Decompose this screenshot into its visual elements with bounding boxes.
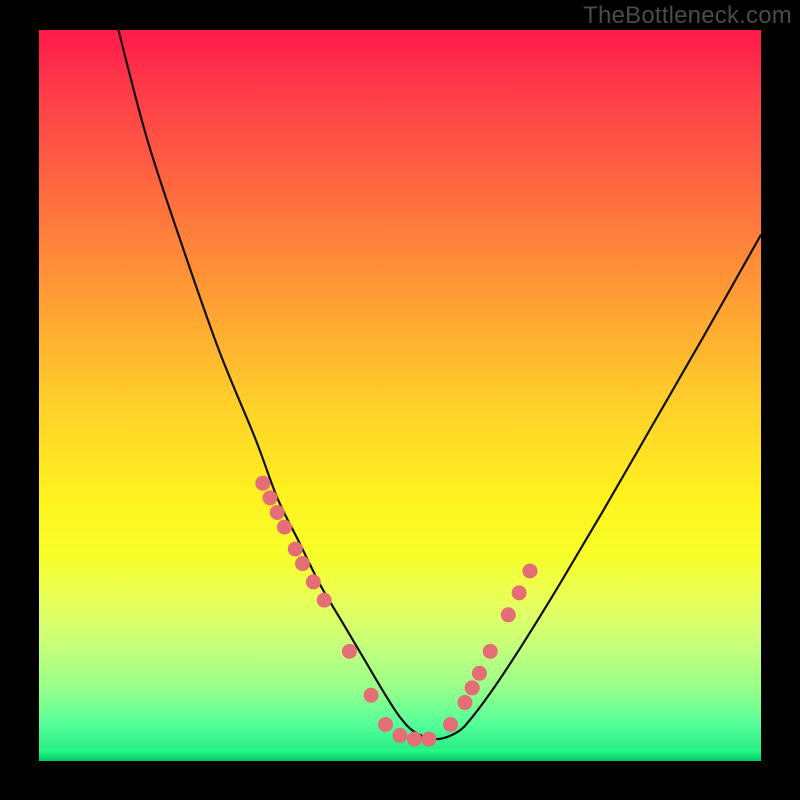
- scatter-dot: [288, 542, 303, 557]
- scatter-dot: [378, 717, 393, 732]
- scatter-dot: [255, 476, 270, 491]
- scatter-dot: [472, 666, 487, 681]
- scatter-dot: [306, 574, 321, 589]
- scatter-dot: [277, 520, 292, 535]
- scatter-dot: [421, 732, 436, 747]
- scatter-dots: [255, 476, 537, 747]
- scatter-dot: [457, 695, 472, 710]
- scatter-dot: [270, 505, 285, 520]
- scatter-dot: [342, 644, 357, 659]
- watermark-text: TheBottleneck.com: [583, 2, 792, 30]
- scatter-dot: [407, 732, 422, 747]
- scatter-dot: [465, 680, 480, 695]
- scatter-dot: [317, 593, 332, 608]
- scatter-dot: [483, 644, 498, 659]
- scatter-dot: [522, 563, 537, 578]
- scatter-dot: [364, 688, 379, 703]
- chart-frame: TheBottleneck.com: [0, 0, 800, 800]
- plot-area: [39, 30, 761, 761]
- bottleneck-curve: [118, 30, 761, 739]
- scatter-dot: [263, 490, 278, 505]
- scatter-dot: [512, 585, 527, 600]
- scatter-dot: [443, 717, 458, 732]
- scatter-dot: [501, 607, 516, 622]
- scatter-dot: [295, 556, 310, 571]
- scatter-dot: [393, 728, 408, 743]
- chart-svg: [39, 30, 761, 761]
